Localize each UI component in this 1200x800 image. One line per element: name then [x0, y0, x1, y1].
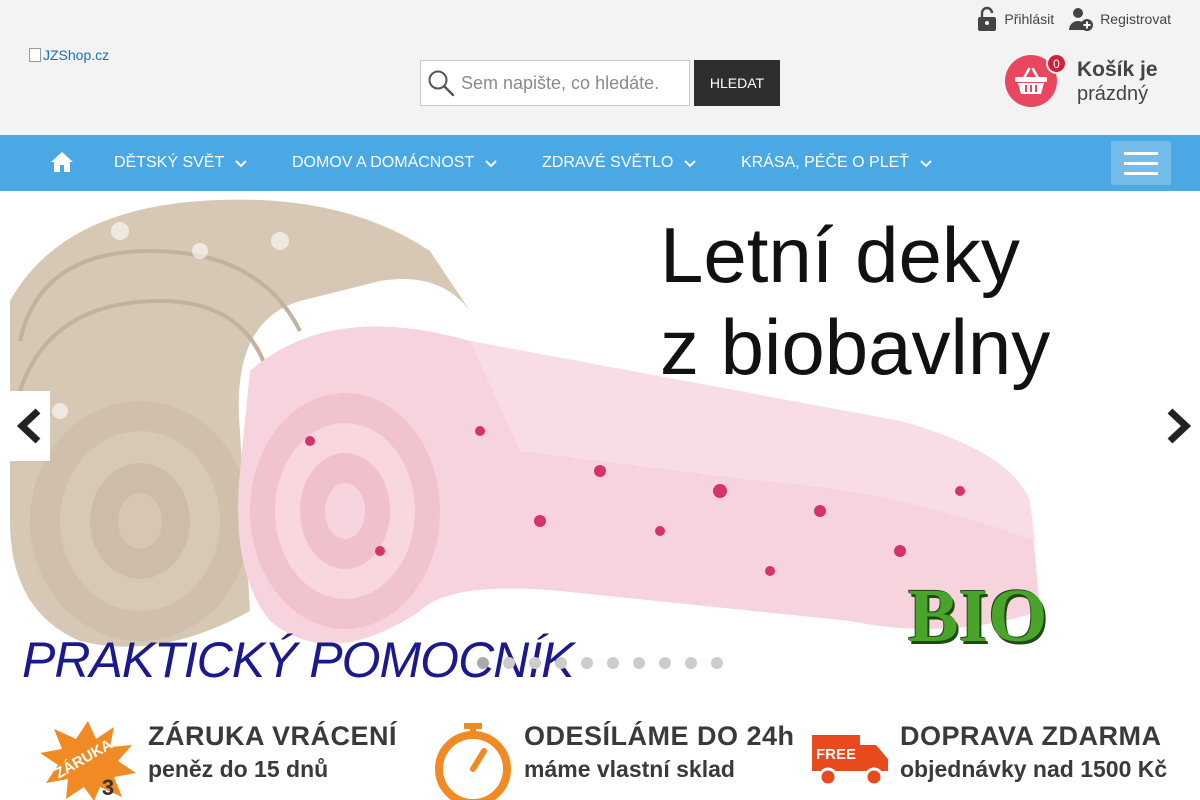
search-box	[420, 60, 690, 106]
account-links: Přihlásit Registrovat	[976, 6, 1171, 32]
delivery-truck-icon: FREE	[812, 735, 888, 787]
bio-badge: BIO	[908, 574, 1048, 658]
hero-slider: Letní deky z biobavlny BIO PRAKTICKÝ POM…	[0, 191, 1200, 691]
chevron-right-icon	[1167, 408, 1192, 444]
nav-item-domov[interactable]: DOMOV A DOMÁCNOST	[292, 135, 498, 191]
chevron-left-icon	[16, 408, 41, 444]
site-header: Přihlásit Registrovat JZShop.cz HLEDAT	[0, 0, 1200, 135]
free-badge-text: FREE	[816, 746, 856, 763]
feature-title: ODESÍLÁME DO 24h	[524, 721, 795, 751]
search-bar: HLEDAT	[420, 60, 780, 106]
feature-text: ZÁRUKA VRÁCENÍ peněz do 15 dnů	[148, 721, 397, 783]
hamburger-line	[1124, 171, 1158, 175]
login-label: Přihlásit	[1004, 11, 1055, 27]
slider-dot[interactable]	[633, 657, 645, 669]
feature-title: ZÁRUKA VRÁCENÍ	[148, 721, 397, 751]
cart-subtitle: prázdný	[1077, 83, 1149, 105]
chevron-down-icon	[485, 160, 497, 168]
feature-strip: ZÁRUKA 3 ZÁRUKA VRÁCENÍ peněz do 15 dnů …	[0, 691, 1200, 800]
cart-widget[interactable]: 0 Košík je prázdný	[1005, 53, 1158, 107]
slider-dot[interactable]	[529, 657, 541, 669]
search-icon	[428, 70, 455, 97]
slider-dot[interactable]	[685, 657, 697, 669]
guarantee-badge-number: 3	[102, 775, 114, 800]
search-button[interactable]: HLEDAT	[694, 60, 780, 106]
slider-dot[interactable]	[659, 657, 671, 669]
register-link[interactable]: Registrovat	[1068, 6, 1171, 32]
nav-item-label: DĚTSKÝ SVĚT	[114, 154, 225, 171]
feature-free-shipping: FREE DOPRAVA ZDARMA objednávky nad 1500 …	[812, 721, 1167, 791]
cart-status: Košík je prázdný	[1077, 58, 1158, 106]
logo-alt-text: JZShop.cz	[43, 47, 110, 63]
menu-toggle-button[interactable]	[1111, 141, 1171, 185]
nav-item-zdrave-svetlo[interactable]: ZDRAVÉ SVĚTLO	[542, 135, 697, 191]
nav-item-detsky-svet[interactable]: DĚTSKÝ SVĚT	[114, 135, 248, 191]
nav-item-krasa[interactable]: KRÁSA, PÉČE O PLEŤ	[741, 135, 933, 191]
feature-text: DOPRAVA ZDARMA objednávky nad 1500 Kč	[900, 721, 1167, 783]
slider-dot[interactable]	[711, 657, 723, 669]
home-button[interactable]	[50, 151, 74, 178]
cart-button[interactable]: 0	[1005, 53, 1067, 107]
feature-subtitle: peněz do 15 dnů	[148, 756, 329, 782]
cart-title: Košík je	[1077, 58, 1158, 81]
feature-title: DOPRAVA ZDARMA	[900, 721, 1162, 751]
feature-subtitle: máme vlastní sklad	[524, 756, 735, 782]
site-logo[interactable]: JZShop.cz	[29, 47, 109, 63]
add-user-icon	[1069, 8, 1094, 31]
slider-dots	[477, 657, 723, 669]
login-link[interactable]: Přihlásit	[976, 6, 1054, 32]
chevron-down-icon	[920, 160, 932, 168]
slider-dot[interactable]	[555, 657, 567, 669]
chevron-down-icon	[684, 160, 697, 168]
chevron-down-icon	[235, 160, 247, 168]
slider-dot[interactable]	[581, 657, 593, 669]
feature-guarantee: ZÁRUKA 3 ZÁRUKA VRÁCENÍ peněz do 15 dnů	[38, 721, 397, 800]
hamburger-line	[1124, 151, 1158, 155]
feature-text: ODESÍLÁME DO 24h máme vlastní sklad	[524, 721, 795, 783]
guarantee-star-icon: ZÁRUKA 3	[40, 721, 136, 800]
broken-image-icon	[29, 48, 41, 62]
search-input[interactable]	[461, 72, 681, 94]
basket-icon	[1015, 67, 1047, 94]
home-icon	[51, 152, 73, 172]
banner-title: Letní deky z biobavlny	[660, 209, 1050, 393]
banner-title-line2: z biobavlny	[660, 303, 1051, 391]
banner-title-line1: Letní deky	[660, 211, 1020, 299]
feature-shipping-24h: ODESÍLÁME DO 24h máme vlastní sklad	[432, 721, 795, 800]
feature-subtitle: objednávky nad 1500 Kč	[900, 756, 1168, 782]
cart-count-badge: 0	[1046, 53, 1067, 74]
slider-dot[interactable]	[503, 657, 515, 669]
slider-dot[interactable]	[477, 657, 489, 669]
slider-next-button[interactable]	[1158, 391, 1198, 461]
hamburger-line	[1124, 161, 1158, 165]
main-nav: DĚTSKÝ SVĚT DOMOV A DOMÁCNOST ZDRAVÉ SVĚ…	[0, 135, 1200, 191]
stopwatch-icon	[435, 723, 511, 800]
lock-icon	[978, 6, 997, 31]
nav-item-label: DOMOV A DOMÁCNOST	[292, 154, 475, 171]
register-label: Registrovat	[1100, 11, 1171, 27]
nav-item-label: KRÁSA, PÉČE O PLEŤ	[741, 154, 910, 171]
nav-item-label: ZDRAVÉ SVĚTLO	[542, 154, 674, 171]
slider-dot[interactable]	[607, 657, 619, 669]
slider-prev-button[interactable]	[10, 391, 50, 461]
